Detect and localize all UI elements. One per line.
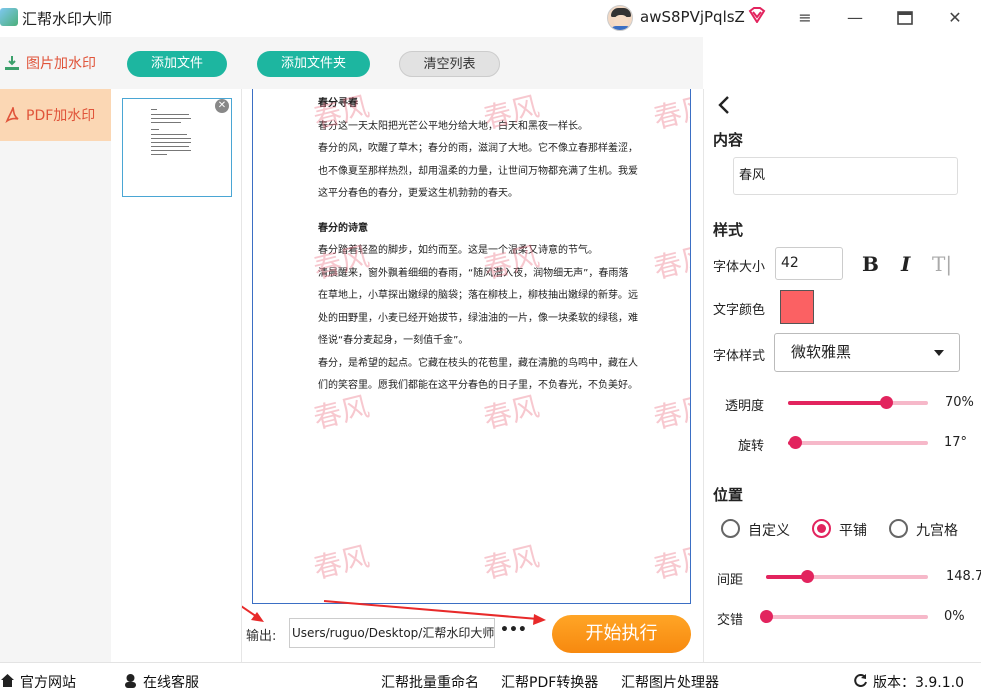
italic-button[interactable]: I <box>901 252 910 276</box>
add-file-button[interactable]: 添加文件 <box>127 51 227 77</box>
refresh-icon[interactable] <box>853 673 868 688</box>
close-icon[interactable]: ✕ <box>943 6 967 30</box>
content-section-title: 内容 <box>713 131 744 149</box>
pdf-watermark-icon <box>5 107 19 123</box>
start-button[interactable]: 开始执行 <box>552 615 691 653</box>
home-icon <box>1 674 14 687</box>
watermark-text: 春风 <box>650 539 691 586</box>
pdf-page-preview: 春分寻春 春分这一天太阳把光芒公平地分给大地，白天和黑夜一样长。 春分的风，吹醒… <box>252 89 691 604</box>
title-bar: 汇帮水印大师 awS8PVjPqlsZ ≡ — ✕ <box>0 0 981 36</box>
doc-paragraph: 清晨醒来，窗外飘着细细的春雨，“随风潜入夜，润物细无声”，春雨落在草地上，小草探… <box>318 267 638 347</box>
radio-grid-label[interactable]: 九宫格 <box>916 520 958 540</box>
radio-custom[interactable] <box>721 519 740 538</box>
sidebar-item-image-watermark[interactable]: 图片加水印 <box>0 37 111 89</box>
app-logo-icon <box>0 8 18 26</box>
output-label: 输出: <box>246 629 277 644</box>
toolbar: 添加文件 添加文件夹 清空列表 <box>111 37 703 89</box>
watermark-text: 春风 <box>650 239 691 286</box>
position-section-title: 位置 <box>713 486 744 504</box>
opacity-value: 70% <box>945 395 974 410</box>
watermark-text: 春风 <box>650 89 691 136</box>
app-title: 汇帮水印大师 <box>22 10 113 28</box>
stagger-slider[interactable] <box>760 610 928 623</box>
sidebar-item-label: PDF加水印 <box>26 108 96 124</box>
text-color-swatch[interactable] <box>780 290 814 324</box>
spacing-slider[interactable] <box>766 570 928 583</box>
stagger-label: 交错 <box>717 613 744 628</box>
style-section-title: 样式 <box>713 221 744 239</box>
rotation-slider-thumb[interactable] <box>789 436 802 449</box>
browse-more-button[interactable]: ••• <box>500 622 527 638</box>
footer: 官方网站 在线客服 汇帮批量重命名 汇帮PDF转换器 汇帮图片处理器 版本：3.… <box>0 662 981 688</box>
text-color-label: 文字颜色 <box>713 303 766 318</box>
radio-tile[interactable] <box>812 519 831 538</box>
online-service-link[interactable]: 在线客服 <box>143 672 199 688</box>
spacing-slider-thumb[interactable] <box>800 570 814 583</box>
stagger-slider-thumb[interactable] <box>760 610 773 623</box>
doc-paragraph: 春分，是希望的起点。它藏在枝头的花苞里，藏在清脆的鸟鸣中，藏在人们的笑容里。愿我… <box>318 357 638 392</box>
file-thumbnail[interactable] <box>122 98 232 197</box>
official-website-link[interactable]: 官方网站 <box>20 672 76 688</box>
opacity-slider-thumb[interactable] <box>880 396 893 409</box>
doc-paragraph: 春分踏着轻盈的脚步，如约而至。这是一个温柔又诗意的节气。 <box>318 245 598 256</box>
rotation-value: 17° <box>944 435 968 450</box>
vip-diamond-icon[interactable] <box>748 7 766 23</box>
pdf-converter-link[interactable]: 汇帮PDF转换器 <box>501 672 598 688</box>
settings-panel: 内容 春风 样式 字体大小 42 B I T| 文字颜色 字体样式 微软雅黑 透… <box>703 89 981 662</box>
menu-icon[interactable]: ≡ <box>793 6 817 30</box>
customer-service-icon <box>125 674 136 688</box>
opacity-label: 透明度 <box>725 399 765 414</box>
font-size-label: 字体大小 <box>713 260 766 275</box>
radio-custom-label[interactable]: 自定义 <box>748 520 790 540</box>
username[interactable]: awS8PVjPqlsZ <box>640 8 745 26</box>
sidebar-item-label: 图片加水印 <box>26 56 96 72</box>
radio-grid[interactable] <box>889 519 908 538</box>
watermark-text: 春风 <box>480 539 543 586</box>
watermark-text: 春风 <box>310 539 373 586</box>
rotation-label: 旋转 <box>738 439 765 454</box>
back-arrow-icon[interactable] <box>716 95 732 115</box>
output-path-field[interactable]: Users/ruguo/Desktop/汇帮水印大师 <box>289 618 495 648</box>
spacing-label: 间距 <box>717 573 744 588</box>
minimize-icon[interactable]: — <box>843 6 867 30</box>
stagger-value: 0% <box>944 609 965 624</box>
text-style-button[interactable]: T| <box>932 252 952 276</box>
file-list: ✕ <box>111 89 242 662</box>
avatar[interactable] <box>607 5 633 31</box>
document-text: 春分寻春 春分这一天太阳把光芒公平地分给大地，白天和黑夜一样长。 春分的风，吹醒… <box>318 93 638 398</box>
sidebar-item-pdf-watermark[interactable]: PDF加水印 <box>0 89 111 141</box>
version-label: 版本：3.9.1.0 <box>873 675 964 688</box>
opacity-slider[interactable] <box>788 396 928 409</box>
font-style-select[interactable]: 微软雅黑 <box>774 333 960 372</box>
image-watermark-icon <box>5 56 19 70</box>
watermark-text-input[interactable]: 春风 <box>733 157 958 195</box>
doc-paragraph: 春分的风，吹醒了草木；春分的雨，滋润了大地。它不像立春那样羞涩，也不像夏至那样热… <box>318 143 638 199</box>
maximize-icon[interactable] <box>893 6 917 30</box>
doc-heading: 春分的诗意 <box>318 222 368 234</box>
preview-area: 春分寻春 春分这一天太阳把光芒公平地分给大地，白天和黑夜一样长。 春分的风，吹醒… <box>242 89 703 662</box>
batch-rename-link[interactable]: 汇帮批量重命名 <box>381 672 479 688</box>
sidebar: 图片加水印 PDF加水印 <box>0 37 111 662</box>
bold-button[interactable]: B <box>862 252 879 276</box>
add-folder-button[interactable]: 添加文件夹 <box>257 51 370 77</box>
radio-tile-label[interactable]: 平铺 <box>839 520 867 540</box>
spacing-value: 148.7 <box>946 569 981 584</box>
doc-paragraph: 春分这一天太阳把光芒公平地分给大地，白天和黑夜一样长。 <box>318 120 588 132</box>
rotation-slider[interactable] <box>788 436 928 449</box>
watermark-text: 春风 <box>650 389 691 436</box>
image-processor-link[interactable]: 汇帮图片处理器 <box>621 672 719 688</box>
doc-heading: 春分寻春 <box>318 98 358 109</box>
font-style-label: 字体样式 <box>713 349 766 364</box>
font-size-input[interactable]: 42 <box>775 247 843 280</box>
remove-file-button[interactable]: ✕ <box>215 99 229 113</box>
chevron-down-icon[interactable] <box>934 350 944 356</box>
clear-list-button[interactable]: 清空列表 <box>399 51 500 77</box>
